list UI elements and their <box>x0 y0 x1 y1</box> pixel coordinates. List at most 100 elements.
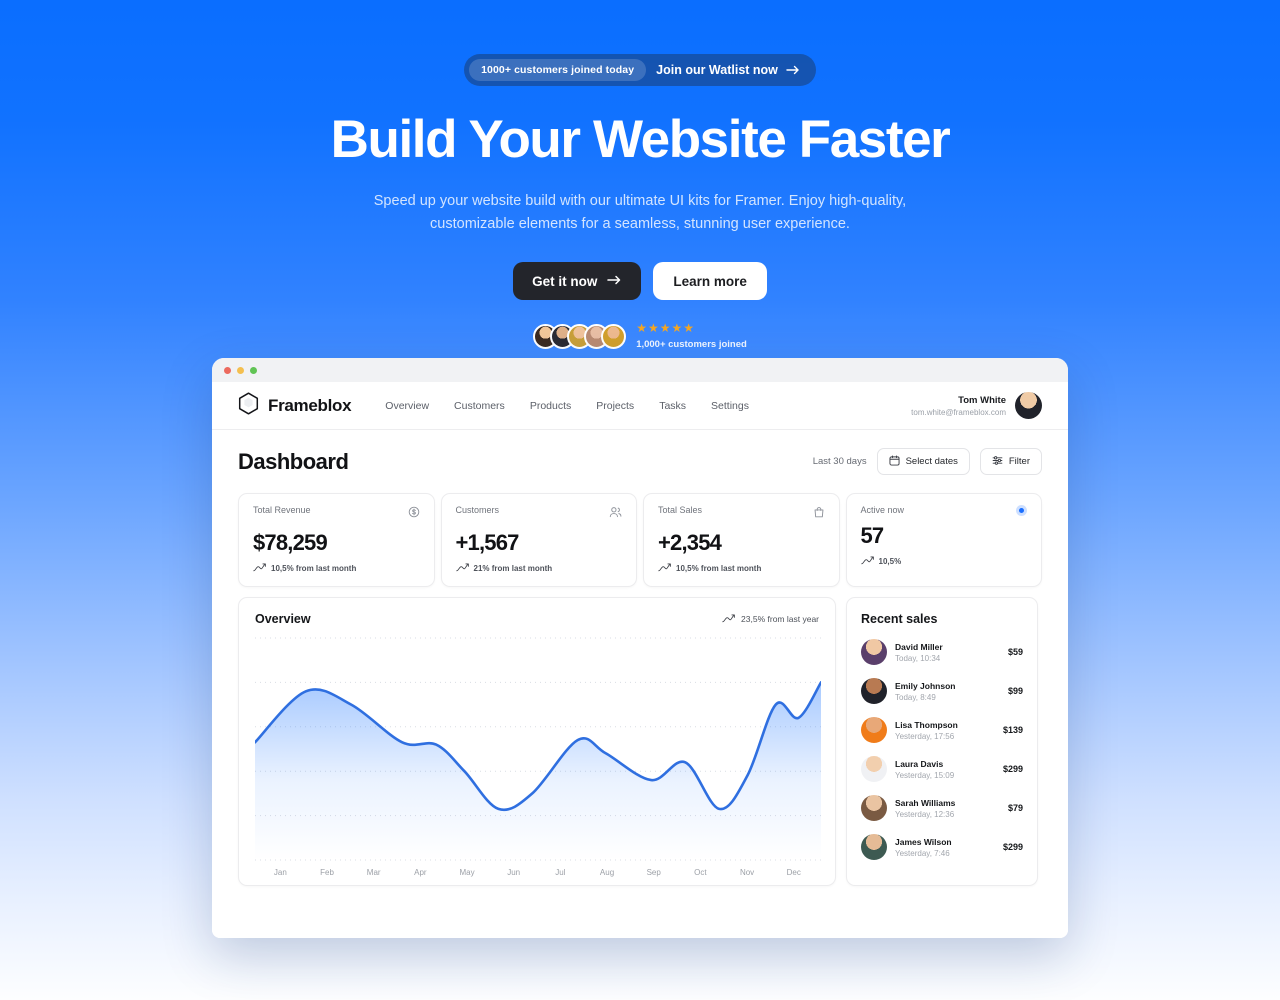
filter-label: Filter <box>1008 456 1030 467</box>
app-topnav: Frameblox Overview Customers Products Pr… <box>212 382 1068 430</box>
sale-amount: $79 <box>1007 803 1023 813</box>
hero-subtitle: Speed up your website build with our ult… <box>373 193 907 233</box>
recent-sales-list: David Miller Today, 10:34 $59 Emily Johnson… <box>861 639 1023 860</box>
overview-chart-panel: Overview 23,5% from last year Jan Feb Ma… <box>238 597 836 886</box>
sale-row[interactable]: James Wilson Yesterday, 7:46 $299 <box>861 834 1023 860</box>
filter-button[interactable]: Filter <box>979 448 1042 475</box>
brand-name: Frameblox <box>268 395 352 415</box>
select-dates-label: Select dates <box>905 456 958 467</box>
x-axis-tick-nov: Nov <box>739 868 755 877</box>
trend-up-icon <box>722 613 735 625</box>
page-toolbar: Last 30 days Select dates Filter <box>813 448 1042 475</box>
sale-customer-name: David Miller <box>895 641 943 652</box>
sale-row[interactable]: David Miller Today, 10:34 $59 <box>861 639 1023 665</box>
select-dates-button[interactable]: Select dates <box>876 448 970 475</box>
x-axis-tick-dec: Dec <box>786 868 801 877</box>
hero-section: 1000+ customers joined today Join our Wa… <box>0 0 1280 350</box>
learn-more-button[interactable]: Learn more <box>653 262 767 301</box>
sale-customer-name: Emily Johnson <box>895 680 956 691</box>
dollar-circle-icon <box>408 505 420 523</box>
user-avatar[interactable] <box>1015 392 1042 419</box>
brand[interactable]: Frameblox <box>238 391 352 420</box>
nav-item-overview[interactable]: Overview <box>385 400 429 412</box>
dashboard-page: Dashboard Last 30 days Select dates Filt… <box>212 430 1068 886</box>
page-title: Dashboard <box>238 448 349 474</box>
stat-delta-label: 10,5% <box>878 557 902 566</box>
stat-value: 57 <box>860 523 885 548</box>
shopping-bag-icon <box>813 505 825 523</box>
proof-text-block: ★★★★★ 1,000+ customers joined <box>636 322 747 350</box>
nav-user-area[interactable]: Tom White tom.white@frameblox.com <box>911 392 1042 419</box>
sale-info: Laura Davis Yesterday, 15:09 <box>895 759 954 780</box>
sale-customer-name: Sarah Williams <box>895 797 956 808</box>
badge-link[interactable]: Join our Watlist now <box>656 63 800 77</box>
stat-value: +2,354 <box>658 530 722 555</box>
date-range-label: Last 30 days <box>812 456 867 467</box>
sale-amount: $59 <box>1007 647 1023 657</box>
arrow-right-icon <box>786 64 800 76</box>
window-titlebar <box>212 358 1068 382</box>
app-content: Frameblox Overview Customers Products Pr… <box>212 382 1068 938</box>
nav-links: Overview Customers Products Projects Tas… <box>385 400 749 412</box>
sale-avatar <box>861 834 887 860</box>
nav-item-settings[interactable]: Settings <box>711 400 749 412</box>
chart-delta: 23,5% from last year <box>722 613 819 625</box>
chart-delta-label: 23,5% from last year <box>741 614 819 624</box>
minimize-dot-icon[interactable] <box>237 366 244 374</box>
sale-amount: $299 <box>1002 842 1023 852</box>
customers-joined-label: 1,000+ customers joined <box>636 339 747 351</box>
x-axis-tick-jan: Jan <box>273 868 287 877</box>
x-axis-tick-jun: Jun <box>507 868 521 877</box>
sale-amount: $99 <box>1007 686 1023 696</box>
badge-pill-label: 1000+ customers joined today <box>469 59 647 81</box>
chart-title: Overview <box>255 612 311 626</box>
sale-info: Sarah Williams Yesterday, 12:36 <box>895 798 955 819</box>
dashboard-panels: Overview 23,5% from last year Jan Feb Ma… <box>238 597 1042 886</box>
calendar-icon <box>889 454 900 469</box>
close-dot-icon[interactable] <box>224 366 231 374</box>
nav-item-projects[interactable]: Projects <box>596 400 634 412</box>
page-header: Dashboard Last 30 days Select dates Filt… <box>238 448 1042 475</box>
maximize-dot-icon[interactable] <box>250 366 257 374</box>
sale-timestamp: Yesterday, 17:56 <box>895 731 955 741</box>
sale-row[interactable]: Laura Davis Yesterday, 15:09 $299 <box>861 756 1023 782</box>
stat-delta: 10,5% from last month <box>253 563 420 574</box>
stat-delta-label: 21% from last month <box>473 564 553 573</box>
user-name: Tom White <box>958 394 1006 406</box>
sale-row[interactable]: Emily Johnson Today, 8:49 $99 <box>861 678 1023 704</box>
sale-timestamp: Yesterday, 12:36 <box>895 809 955 819</box>
sale-amount: $139 <box>1002 725 1023 735</box>
stat-delta: 10,5% from last month <box>658 563 825 574</box>
stat-card-customers: Customers +1,567 21% from last month <box>440 493 637 587</box>
sale-row[interactable]: Lisa Thompson Yesterday, 17:56 $139 <box>861 717 1023 743</box>
x-axis-tick-jul: Jul <box>555 868 566 877</box>
waitlist-badge[interactable]: 1000+ customers joined today Join our Wa… <box>464 54 816 86</box>
x-axis-tick-apr: Apr <box>414 868 427 877</box>
cta-row: Get it now Learn more <box>0 262 1280 301</box>
stat-card-active-now: Active now 57 10,5% <box>845 493 1042 587</box>
overview-line-chart[interactable] <box>255 634 821 866</box>
badge-link-label: Join our Watlist now <box>656 63 778 77</box>
nav-item-customers[interactable]: Customers <box>454 400 505 412</box>
trend-up-icon <box>658 563 671 574</box>
chart-x-axis-labels: Jan Feb Mar Apr May Jun Jul Aug Sep Oct Nov Dec <box>255 868 819 877</box>
stat-value: $78,259 <box>253 530 328 555</box>
x-axis-tick-mar: Mar <box>366 868 381 877</box>
pulse-dot-icon <box>1016 505 1027 516</box>
nav-user-text: Tom White tom.white@frameblox.com <box>911 395 1006 417</box>
stat-value: +1,567 <box>455 530 520 555</box>
sale-row[interactable]: Sarah Williams Yesterday, 12:36 $79 <box>861 795 1023 821</box>
x-axis-tick-feb: Feb <box>320 868 334 877</box>
nav-item-tasks[interactable]: Tasks <box>659 400 686 412</box>
sale-timestamp: Today, 10:34 <box>895 653 941 663</box>
nav-item-products[interactable]: Products <box>530 400 571 412</box>
sale-avatar <box>861 717 887 743</box>
recent-sales-title: Recent sales <box>861 612 938 626</box>
hexagon-cube-logo-icon <box>238 391 259 420</box>
arrow-right-icon <box>607 274 622 289</box>
sale-info: Emily Johnson Today, 8:49 <box>895 681 955 702</box>
x-axis-tick-oct: Oct <box>694 868 707 877</box>
get-it-now-button[interactable]: Get it now <box>513 262 642 301</box>
sliders-icon <box>992 455 1003 469</box>
sale-info: James Wilson Yesterday, 7:46 <box>895 837 952 858</box>
